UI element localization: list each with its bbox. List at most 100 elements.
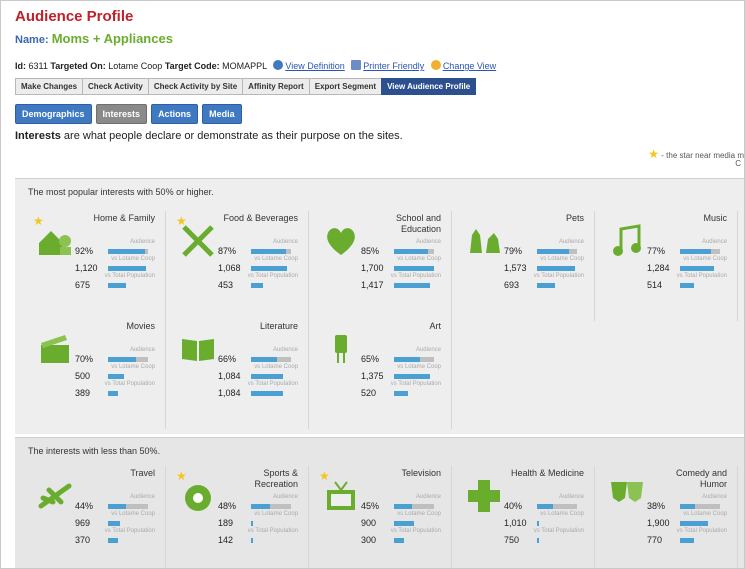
interest-card[interactable]: Literature Audience 66% vs Lotame Coop 1,084…: [168, 319, 309, 429]
audience-percent: 85%: [361, 246, 380, 256]
interest-name: Comedy and Humor: [675, 468, 727, 489]
audience-percent: 48%: [218, 501, 237, 511]
interest-name: Movies: [126, 321, 155, 331]
audience-label: Audience: [701, 494, 727, 500]
coop-bar: [537, 265, 575, 271]
audience-percent: 45%: [361, 501, 380, 511]
interest-metrics: Audience 65% vs Lotame Coop 1,375 vs Total P…: [361, 347, 441, 398]
high-interests-label: The most popular interests with 50% or h…: [28, 187, 214, 197]
audience-bar: [108, 503, 148, 509]
population-bar: [108, 537, 118, 543]
audience-bar: [251, 356, 291, 362]
population-value: 300: [361, 535, 377, 545]
interest-card[interactable]: Travel Audience 44% vs Lotame Coop 969 vs Tot…: [25, 466, 166, 568]
interest-card[interactable]: Art Audience 65% vs Lotame Coop 1,375 vs Tota…: [311, 319, 452, 429]
tab-affinity-report[interactable]: Affinity Report: [242, 78, 310, 95]
audience-percent: 70%: [75, 354, 94, 364]
audience-percent: 77%: [647, 246, 666, 256]
coop-value: 1,010: [504, 518, 527, 528]
audience-label: Audience: [558, 239, 584, 245]
interest-card[interactable]: School and Education Audience 85% vs Lotame…: [311, 211, 452, 321]
open-book-icon: [178, 329, 218, 369]
population-bar: [537, 282, 555, 288]
fork-knife-icon: [178, 221, 218, 261]
audience-percent: 44%: [75, 501, 94, 511]
coop-label: vs Lotame Coop: [397, 364, 441, 370]
pets-icon: [464, 221, 504, 261]
tab-export-segment[interactable]: Export Segment: [308, 78, 383, 95]
coop-label: vs Lotame Coop: [397, 511, 441, 517]
printer-friendly-link[interactable]: Printer Friendly: [363, 61, 424, 71]
interest-card[interactable]: Health & Medicine Audience 40% vs Lotame Co…: [454, 466, 595, 568]
coop-bar: [251, 373, 283, 379]
profile-subtabs: Demographics Interests Actions Media: [15, 104, 242, 124]
change-view-icon: [430, 60, 441, 70]
interest-card[interactable]: ★ Television Audience 45% vs Lotame Coop 900 v…: [311, 466, 452, 568]
interest-name: Pets: [565, 213, 584, 223]
audience-bar: [680, 248, 720, 254]
interest-name: Television: [401, 468, 441, 478]
subtab-actions[interactable]: Actions: [151, 104, 199, 124]
population-label: vs Total Population: [676, 273, 727, 279]
population-value: 693: [504, 280, 520, 290]
audience-label: Audience: [129, 239, 155, 245]
coop-label: vs Lotame Coop: [540, 511, 584, 517]
interest-card[interactable]: ★ Sports & Recreation Audience 48% vs Lotame…: [168, 466, 309, 568]
audience-percent: 92%: [75, 246, 94, 256]
audience-bar: [394, 503, 434, 509]
interest-card[interactable]: Movies Audience 70% vs Lotame Coop 500 vs Tot…: [25, 319, 166, 429]
population-label: vs Total Population: [247, 528, 298, 534]
interest-card[interactable]: ★ Food & Beverages Audience 87% vs Lotame Co…: [168, 211, 309, 321]
interest-metrics: Audience 77% vs Lotame Coop 1,284 vs Total P…: [647, 239, 727, 290]
coop-label: vs Lotame Coop: [683, 256, 727, 262]
interest-card[interactable]: Pets Audience 79% vs Lotame Coop 1,573 vs Tot…: [454, 211, 595, 321]
population-label: vs Total Population: [533, 528, 584, 534]
coop-bar: [537, 520, 539, 526]
population-bar: [394, 390, 408, 396]
interest-name: Music: [703, 213, 727, 223]
segment-info-row: Id: 6311 Targeted On: Lotame Coop Target…: [15, 60, 496, 71]
audience-percent: 79%: [504, 246, 523, 256]
tab-check-activity-by-site[interactable]: Check Activity by Site: [147, 78, 244, 95]
population-bar: [537, 537, 539, 543]
interest-metrics: Audience 85% vs Lotame Coop 1,700 vs Total P…: [361, 239, 441, 290]
population-bar: [108, 282, 126, 288]
medical-cross-icon: [464, 476, 504, 516]
interest-card[interactable]: Comedy and Humor Audience 38% vs Lotame Coo…: [597, 466, 738, 568]
interest-metrics: Audience 38% vs Lotame Coop 1,900 vs Total P…: [647, 494, 727, 545]
population-label: vs Total Population: [390, 273, 441, 279]
interest-metrics: Audience 44% vs Lotame Coop 969 vs Total Pop…: [75, 494, 155, 545]
tab-check-activity[interactable]: Check Activity: [82, 78, 149, 95]
view-definition-link[interactable]: View Definition: [285, 61, 344, 71]
population-bar: [108, 390, 118, 396]
interest-card[interactable]: Music Audience 77% vs Lotame Coop 1,284 vs To…: [597, 211, 738, 321]
subtab-media[interactable]: Media: [202, 104, 242, 124]
book-heart-icon: [321, 221, 361, 261]
coop-label: vs Lotame Coop: [254, 364, 298, 370]
coop-bar: [108, 520, 120, 526]
star-legend-text: - the star near media m: [661, 151, 744, 160]
population-bar: [680, 282, 694, 288]
population-label: vs Total Population: [247, 273, 298, 279]
change-view-link[interactable]: Change View: [443, 61, 496, 71]
subtab-interests[interactable]: Interests: [95, 104, 148, 124]
coop-label: vs Lotame Coop: [111, 256, 155, 262]
tab-view-audience-profile[interactable]: View Audience Profile: [381, 78, 477, 95]
coop-label: vs Lotame Coop: [683, 511, 727, 517]
subtab-demographics[interactable]: Demographics: [15, 104, 92, 124]
low-interests-panel: The interests with less than 50%. Travel…: [15, 437, 744, 568]
page-title: Audience Profile: [15, 8, 134, 25]
population-label: vs Total Population: [676, 528, 727, 534]
population-value: 750: [504, 535, 520, 545]
coop-value: 1,700: [361, 263, 384, 273]
tab-make-changes[interactable]: Make Changes: [15, 78, 84, 95]
coop-label: vs Lotame Coop: [111, 364, 155, 370]
interests-description: Interests are what people declare or dem…: [15, 130, 403, 142]
coop-bar: [108, 373, 124, 379]
audience-bar: [108, 356, 148, 362]
population-value: 142: [218, 535, 234, 545]
target-code-label: Target Code:: [164, 61, 220, 71]
interest-card[interactable]: ★ Home & Family Audience 92% vs Lotame Coop 1…: [25, 211, 166, 321]
interest-name: Literature: [259, 321, 298, 331]
airplane-icon: [35, 476, 75, 516]
